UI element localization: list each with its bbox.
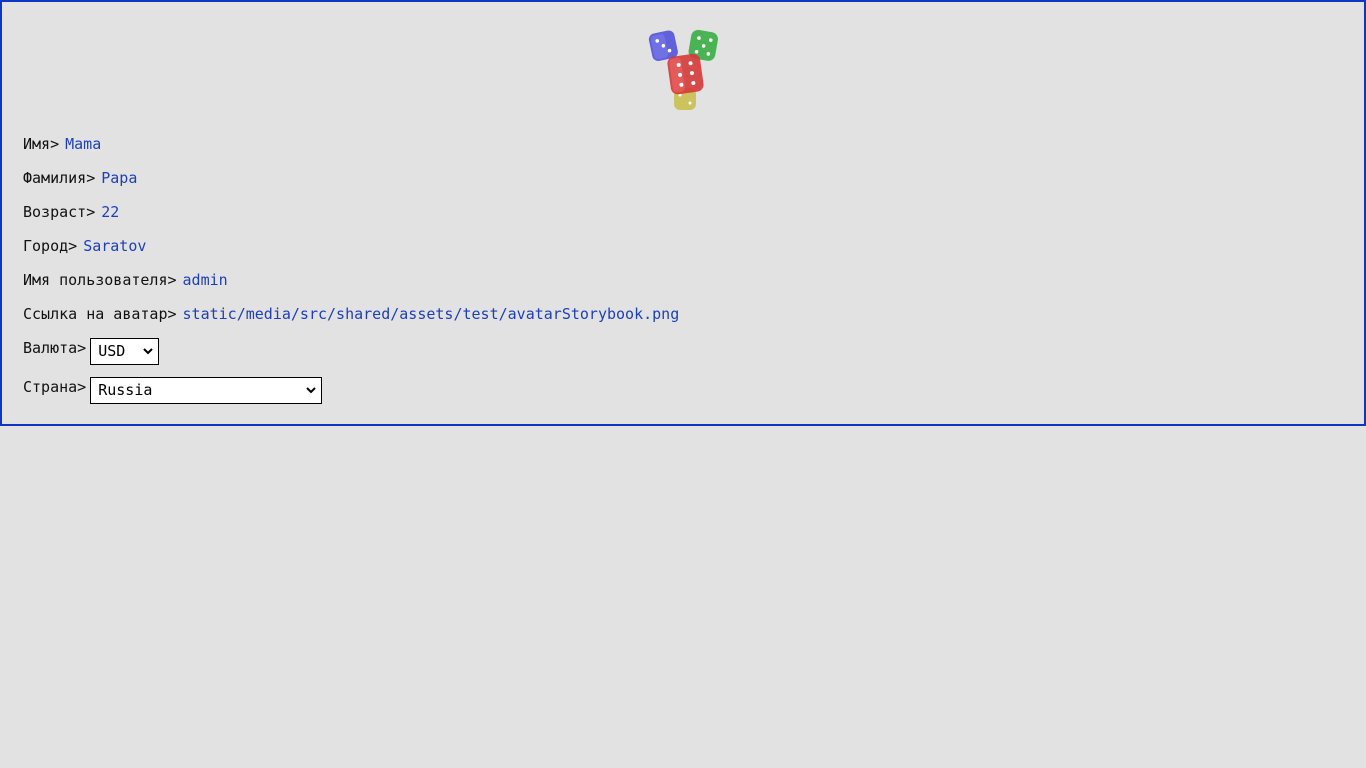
avatar-link-value: static/media/src/shared/assets/test/avat… [182,305,680,323]
profile-card: Имя> Mama Фамилия> Papa Возраст> 22 Город> S… [0,0,1366,426]
country-row: Страна> Russia [23,377,323,404]
avatar [648,29,718,110]
age-value: 22 [101,203,120,221]
chevron-down-icon [306,387,316,394]
chevron-down-icon [143,348,153,355]
city-row: Город> Saratov [23,236,146,256]
country-selected-value: Russia [98,381,153,399]
dice-icon [648,29,718,110]
currency-select[interactable]: USD [90,338,160,365]
username-label: Имя пользователя> [23,271,177,289]
username-value: admin [182,271,228,289]
first-name-label: Имя> [23,135,60,153]
currency-label: Валюта> [23,339,87,357]
first-name-value: Mama [65,135,102,153]
avatar-link-row: Ссылка на аватар> static/media/src/shared… [23,304,679,324]
city-label: Город> [23,237,78,255]
age-row: Возраст> 22 [23,202,119,222]
city-value: Saratov [83,237,147,255]
country-select[interactable]: Russia [90,377,323,404]
country-label: Страна> [23,378,87,396]
last-name-label: Фамилия> [23,169,96,187]
first-name-row: Имя> Mama [23,134,101,154]
avatar-link-label: Ссылка на аватар> [23,305,177,323]
last-name-value: Papa [101,169,138,187]
currency-row: Валюта> USD [23,338,160,365]
last-name-row: Фамилия> Papa [23,168,137,188]
age-label: Возраст> [23,203,96,221]
username-row: Имя пользователя> admin [23,270,228,290]
currency-selected-value: USD [98,342,126,360]
